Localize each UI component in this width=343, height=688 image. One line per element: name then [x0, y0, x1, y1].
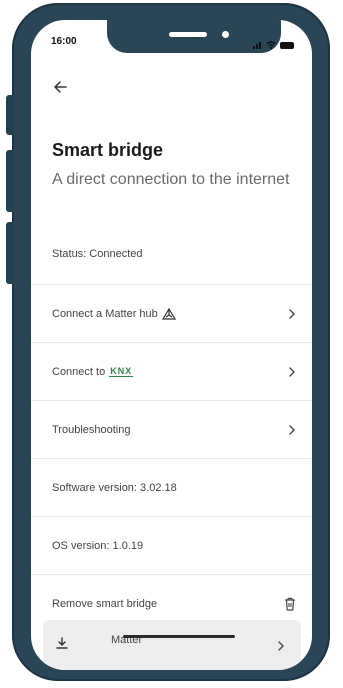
chevron-right-icon: [289, 366, 295, 377]
side-button-volume-up: [6, 150, 14, 212]
software-version-row: Software version: 3.02.18: [31, 458, 312, 516]
status-time: 16:00: [51, 36, 77, 47]
software-version-text: Software version: 3.02.18: [52, 481, 177, 494]
os-version-text: OS version: 1.0.19: [52, 539, 144, 552]
remove-smart-bridge-label: Remove smart bridge: [52, 597, 158, 610]
os-version-row: OS version: 1.0.19: [31, 516, 312, 574]
connect-matter-hub-row[interactable]: Connect a Matter hub: [31, 284, 312, 342]
connect-matter-hub-label: Connect a Matter hub: [52, 307, 158, 320]
screenshot-page: 16:00 Smart bridge A direct connection t…: [0, 0, 343, 688]
battery-icon: [280, 41, 294, 49]
front-camera: [222, 31, 229, 38]
status-icons: [253, 36, 294, 54]
side-button-volume-down: [6, 222, 14, 284]
chevron-right-icon: [289, 424, 295, 435]
troubleshooting-row[interactable]: Troubleshooting: [31, 400, 312, 458]
arrow-left-icon[interactable]: [51, 77, 71, 97]
status-text: Status: Connected: [52, 248, 143, 260]
phone-screen: 16:00 Smart bridge A direct connection t…: [31, 20, 312, 670]
chevron-right-icon: [278, 641, 284, 651]
connect-knx-row[interactable]: Connect to KNX: [31, 342, 312, 400]
page-subtitle: A direct connection to the internet: [52, 171, 290, 188]
connect-knx-label: Connect to: [52, 365, 106, 378]
trash-icon[interactable]: [284, 597, 296, 611]
signal-icon: [253, 36, 262, 54]
matter-bottom-card[interactable]: Matter: [43, 620, 301, 670]
knx-logo: KNX: [109, 366, 134, 377]
home-indicator[interactable]: [123, 635, 235, 638]
chevron-right-icon: [289, 308, 295, 319]
status-row: Status: Connected: [31, 224, 312, 284]
matter-logo-icon: [161, 307, 176, 320]
page-title: Smart bridge: [52, 140, 164, 160]
troubleshooting-label: Troubleshooting: [52, 423, 131, 436]
download-icon: [56, 637, 68, 649]
speaker: [169, 32, 207, 37]
wifi-icon: [266, 41, 276, 49]
side-button-mute: [6, 95, 14, 135]
settings-list: Status: Connected Connect a Matter hub C…: [31, 224, 312, 632]
